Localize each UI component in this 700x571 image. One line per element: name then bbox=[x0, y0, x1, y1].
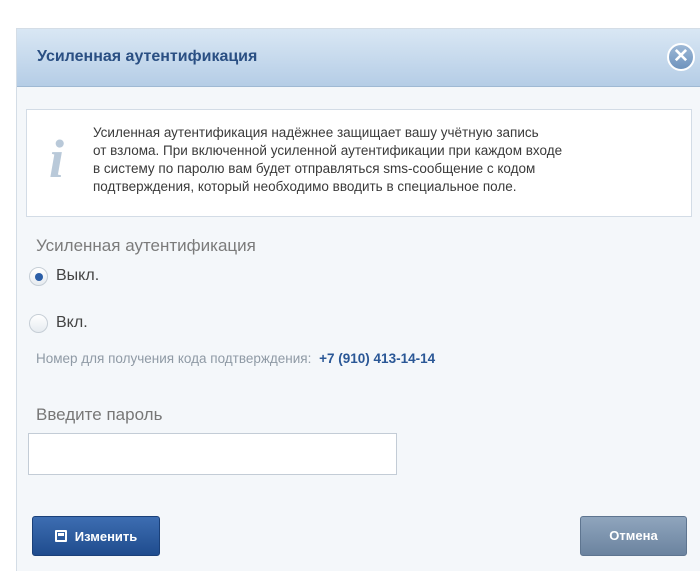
info-panel: i Усиленная аутентификация надёжнее защи… bbox=[26, 109, 692, 217]
info-line: от взлома. При включенной усиленной ауте… bbox=[93, 143, 563, 158]
radio-label-off: Выкл. bbox=[56, 267, 100, 284]
change-button[interactable]: Изменить bbox=[32, 516, 160, 556]
auth-section-label: Усиленная аутентификация bbox=[36, 236, 256, 255]
info-line: Усиленная аутентификация надёжнее защища… bbox=[93, 125, 539, 140]
close-icon[interactable]: ✕ bbox=[667, 43, 695, 71]
info-text: Усиленная аутентификация надёжнее защища… bbox=[93, 124, 673, 196]
cancel-button[interactable]: Отмена bbox=[580, 516, 687, 556]
radio-option-on[interactable]: Вкл. bbox=[29, 311, 88, 335]
info-icon: i bbox=[49, 129, 65, 189]
radio-label-on: Вкл. bbox=[56, 314, 88, 331]
dialog-header: Усиленная аутентификация ✕ bbox=[17, 29, 700, 87]
radio-option-off[interactable]: Выкл. bbox=[29, 264, 99, 288]
info-line: подтверждения, который необходимо вводит… bbox=[93, 179, 517, 194]
password-input[interactable] bbox=[28, 433, 397, 475]
phone-caption: Номер для получения кода подтверждения: bbox=[36, 351, 312, 366]
change-button-label: Изменить bbox=[74, 528, 138, 544]
radio-button-on[interactable] bbox=[29, 313, 48, 333]
auth-dialog: Усиленная аутентификация ✕ i Усиленная а… bbox=[16, 28, 700, 571]
radio-button-off[interactable] bbox=[29, 266, 48, 286]
info-line: в систему по паролю вам будет отправлять… bbox=[93, 161, 536, 176]
phone-info: Номер для получения кода подтверждения: … bbox=[36, 351, 435, 366]
save-disk-icon bbox=[54, 530, 67, 542]
phone-number: +7 (910) 413-14-14 bbox=[319, 351, 436, 366]
password-label: Введите пароль bbox=[36, 405, 163, 424]
dialog-title: Усиленная аутентификация bbox=[37, 48, 258, 65]
